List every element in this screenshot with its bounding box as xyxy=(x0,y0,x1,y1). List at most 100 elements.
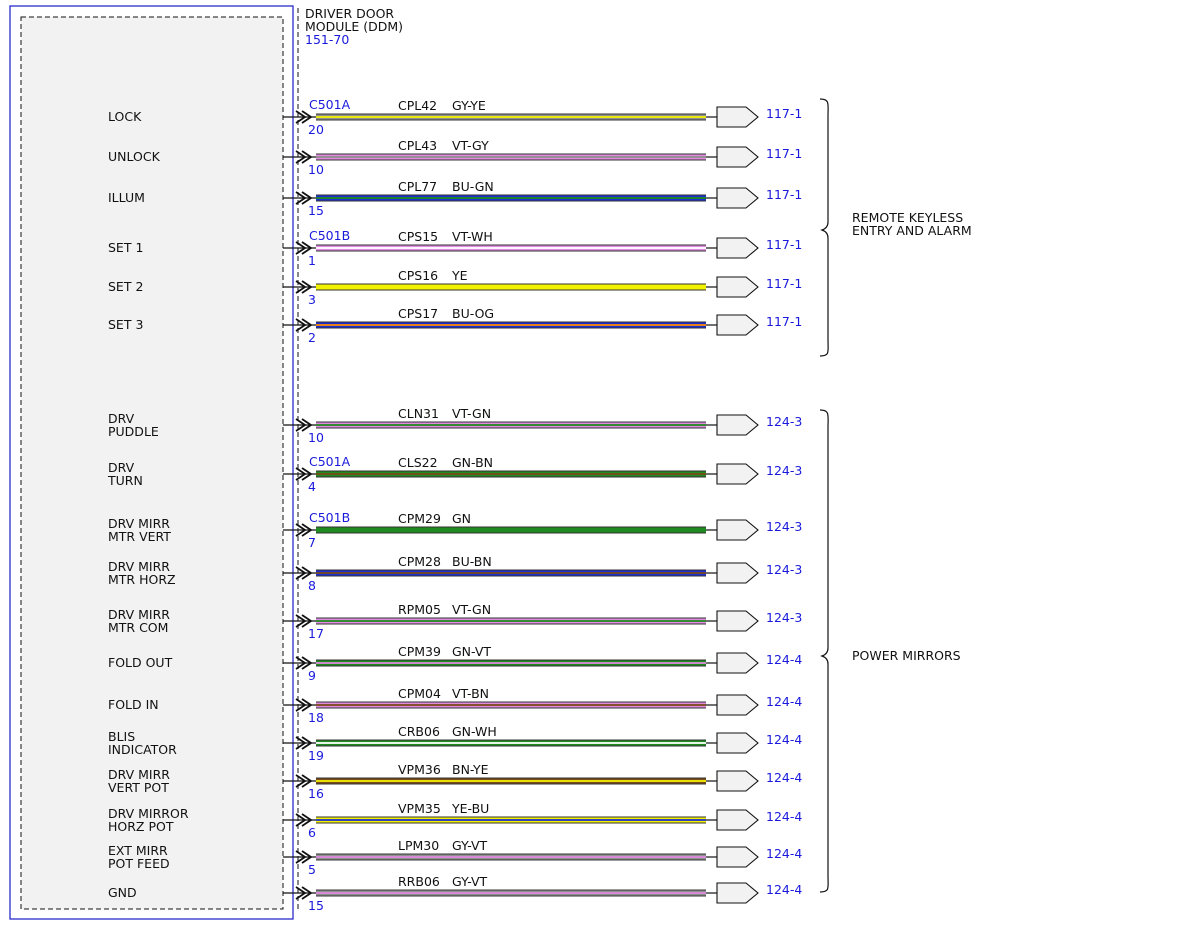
wire-stripe xyxy=(316,742,706,744)
wire-color-code: YE-BU xyxy=(451,801,489,816)
pin-number: 3 xyxy=(308,292,316,307)
wire-stripe xyxy=(316,892,706,894)
page-reference-link[interactable]: 124-4 xyxy=(766,694,802,709)
pin-number: 10 xyxy=(308,162,324,177)
group-brace-mirrors xyxy=(819,409,829,893)
page-reference-link[interactable]: 124-3 xyxy=(766,519,802,534)
off-page-connector-icon xyxy=(716,414,759,436)
page-reference-link[interactable]: 124-4 xyxy=(766,652,802,667)
wire-base[interactable] xyxy=(316,284,706,290)
wire-color-code: BN-YE xyxy=(452,762,489,777)
page-reference-link[interactable]: 117-1 xyxy=(766,146,802,161)
page-reference-link[interactable]: 124-3 xyxy=(766,610,802,625)
connector-id[interactable]: C501B xyxy=(309,228,350,243)
page-reference-link[interactable]: 117-1 xyxy=(766,106,802,121)
wire-color-code: VT-WH xyxy=(452,229,493,244)
circuit-id: CPL77 xyxy=(398,179,437,194)
pin-number: 1 xyxy=(308,253,316,268)
off-page-connector-icon xyxy=(716,770,759,792)
pin-label: FOLD IN xyxy=(108,697,159,712)
pin-label-line2: VERT POT xyxy=(108,780,169,795)
group-brace-keyless xyxy=(819,98,829,357)
wire-color-code: YE xyxy=(451,268,468,283)
wire-stripe xyxy=(316,247,706,249)
wire-stripe xyxy=(316,424,706,426)
page-reference-link[interactable]: 117-1 xyxy=(766,276,802,291)
circuit-id: CLS22 xyxy=(398,455,438,470)
page-reference-link[interactable]: 124-3 xyxy=(766,463,802,478)
page-reference-link[interactable]: 124-4 xyxy=(766,846,802,861)
off-page-connector-icon xyxy=(716,463,759,485)
connector-id[interactable]: C501A xyxy=(309,454,351,469)
circuit-id: RPM05 xyxy=(398,602,441,617)
page-reference-link[interactable]: 117-1 xyxy=(766,237,802,252)
pin-label-line2: MTR HORZ xyxy=(108,572,176,587)
circuit-id: CPS16 xyxy=(398,268,438,283)
wire-color-code: BU-BN xyxy=(452,554,492,569)
pin-number: 5 xyxy=(308,862,316,877)
pin-number: 15 xyxy=(308,898,324,913)
wire-color-code: GY-VT xyxy=(452,874,488,889)
page-reference-link[interactable]: 124-4 xyxy=(766,732,802,747)
group-label-keyless-line2: ENTRY AND ALARM xyxy=(852,223,972,238)
off-page-connector-icon xyxy=(716,106,759,128)
pin-number: 10 xyxy=(308,430,324,445)
circuit-id: CPM39 xyxy=(398,644,441,659)
circuit-id: CRB06 xyxy=(398,724,440,739)
circuit-id: CPM04 xyxy=(398,686,441,701)
wire-color-code: GN-WH xyxy=(452,724,497,739)
pin-number: 7 xyxy=(308,535,316,550)
pin-label-line2: MTR VERT xyxy=(108,529,171,544)
pin-number: 9 xyxy=(308,668,316,683)
wire-stripe xyxy=(316,197,706,199)
pin-number: 4 xyxy=(308,479,316,494)
circuit-id: VPM36 xyxy=(398,762,441,777)
off-page-connector-icon xyxy=(716,237,759,259)
wire-stripe xyxy=(316,156,706,158)
page-reference-link[interactable]: 124-4 xyxy=(766,882,802,897)
page-reference-link[interactable]: 124-4 xyxy=(766,770,802,785)
wire-stripe xyxy=(316,856,706,858)
pin-label-line2: INDICATOR xyxy=(108,742,177,757)
connector-id[interactable]: C501A xyxy=(309,97,351,112)
wire-stripe xyxy=(316,572,706,574)
page-reference-link[interactable]: 124-3 xyxy=(766,414,802,429)
off-page-connector-icon xyxy=(716,146,759,168)
module-ref[interactable]: 151-70 xyxy=(305,32,349,47)
connector-id[interactable]: C501B xyxy=(309,510,350,525)
circuit-id: LPM30 xyxy=(398,838,439,853)
pin-label: SET 1 xyxy=(108,240,143,255)
wire-stripe xyxy=(316,819,706,821)
wire-color-code: GN-VT xyxy=(452,644,491,659)
pin-label-line2: PUDDLE xyxy=(108,424,159,439)
wire-base[interactable] xyxy=(316,527,706,533)
pin-label: SET 3 xyxy=(108,317,143,332)
wire-stripe xyxy=(316,662,706,664)
page-reference-link[interactable]: 117-1 xyxy=(766,314,802,329)
pin-label: LOCK xyxy=(108,109,142,124)
wire-stripe xyxy=(316,704,706,706)
wire-stripe xyxy=(316,473,706,475)
off-page-connector-icon xyxy=(716,519,759,541)
off-page-connector-icon xyxy=(716,562,759,584)
circuit-id: CPS15 xyxy=(398,229,438,244)
wire-color-code: GY-VT xyxy=(452,838,488,853)
wire-color-code: GN xyxy=(452,511,471,526)
circuit-id: CPM28 xyxy=(398,554,441,569)
page-reference-link[interactable]: 124-4 xyxy=(766,809,802,824)
pin-label-line2: POT FEED xyxy=(108,856,170,871)
wire-stripe xyxy=(316,324,706,326)
group-label-mirrors: POWER MIRRORS xyxy=(852,648,961,663)
page-reference-link[interactable]: 117-1 xyxy=(766,187,802,202)
pin-number: 17 xyxy=(308,626,324,641)
pin-number: 20 xyxy=(308,122,324,137)
wire-stripe xyxy=(316,116,706,118)
page-reference-link[interactable]: 124-3 xyxy=(766,562,802,577)
off-page-connector-icon xyxy=(716,610,759,632)
off-page-connector-icon xyxy=(716,732,759,754)
wire-color-code: GN-BN xyxy=(452,455,493,470)
pin-label-line2: TURN xyxy=(107,473,143,488)
wire-color-code: BU-GN xyxy=(452,179,494,194)
pin-number: 16 xyxy=(308,786,324,801)
wire-color-code: GY-YE xyxy=(452,98,486,113)
